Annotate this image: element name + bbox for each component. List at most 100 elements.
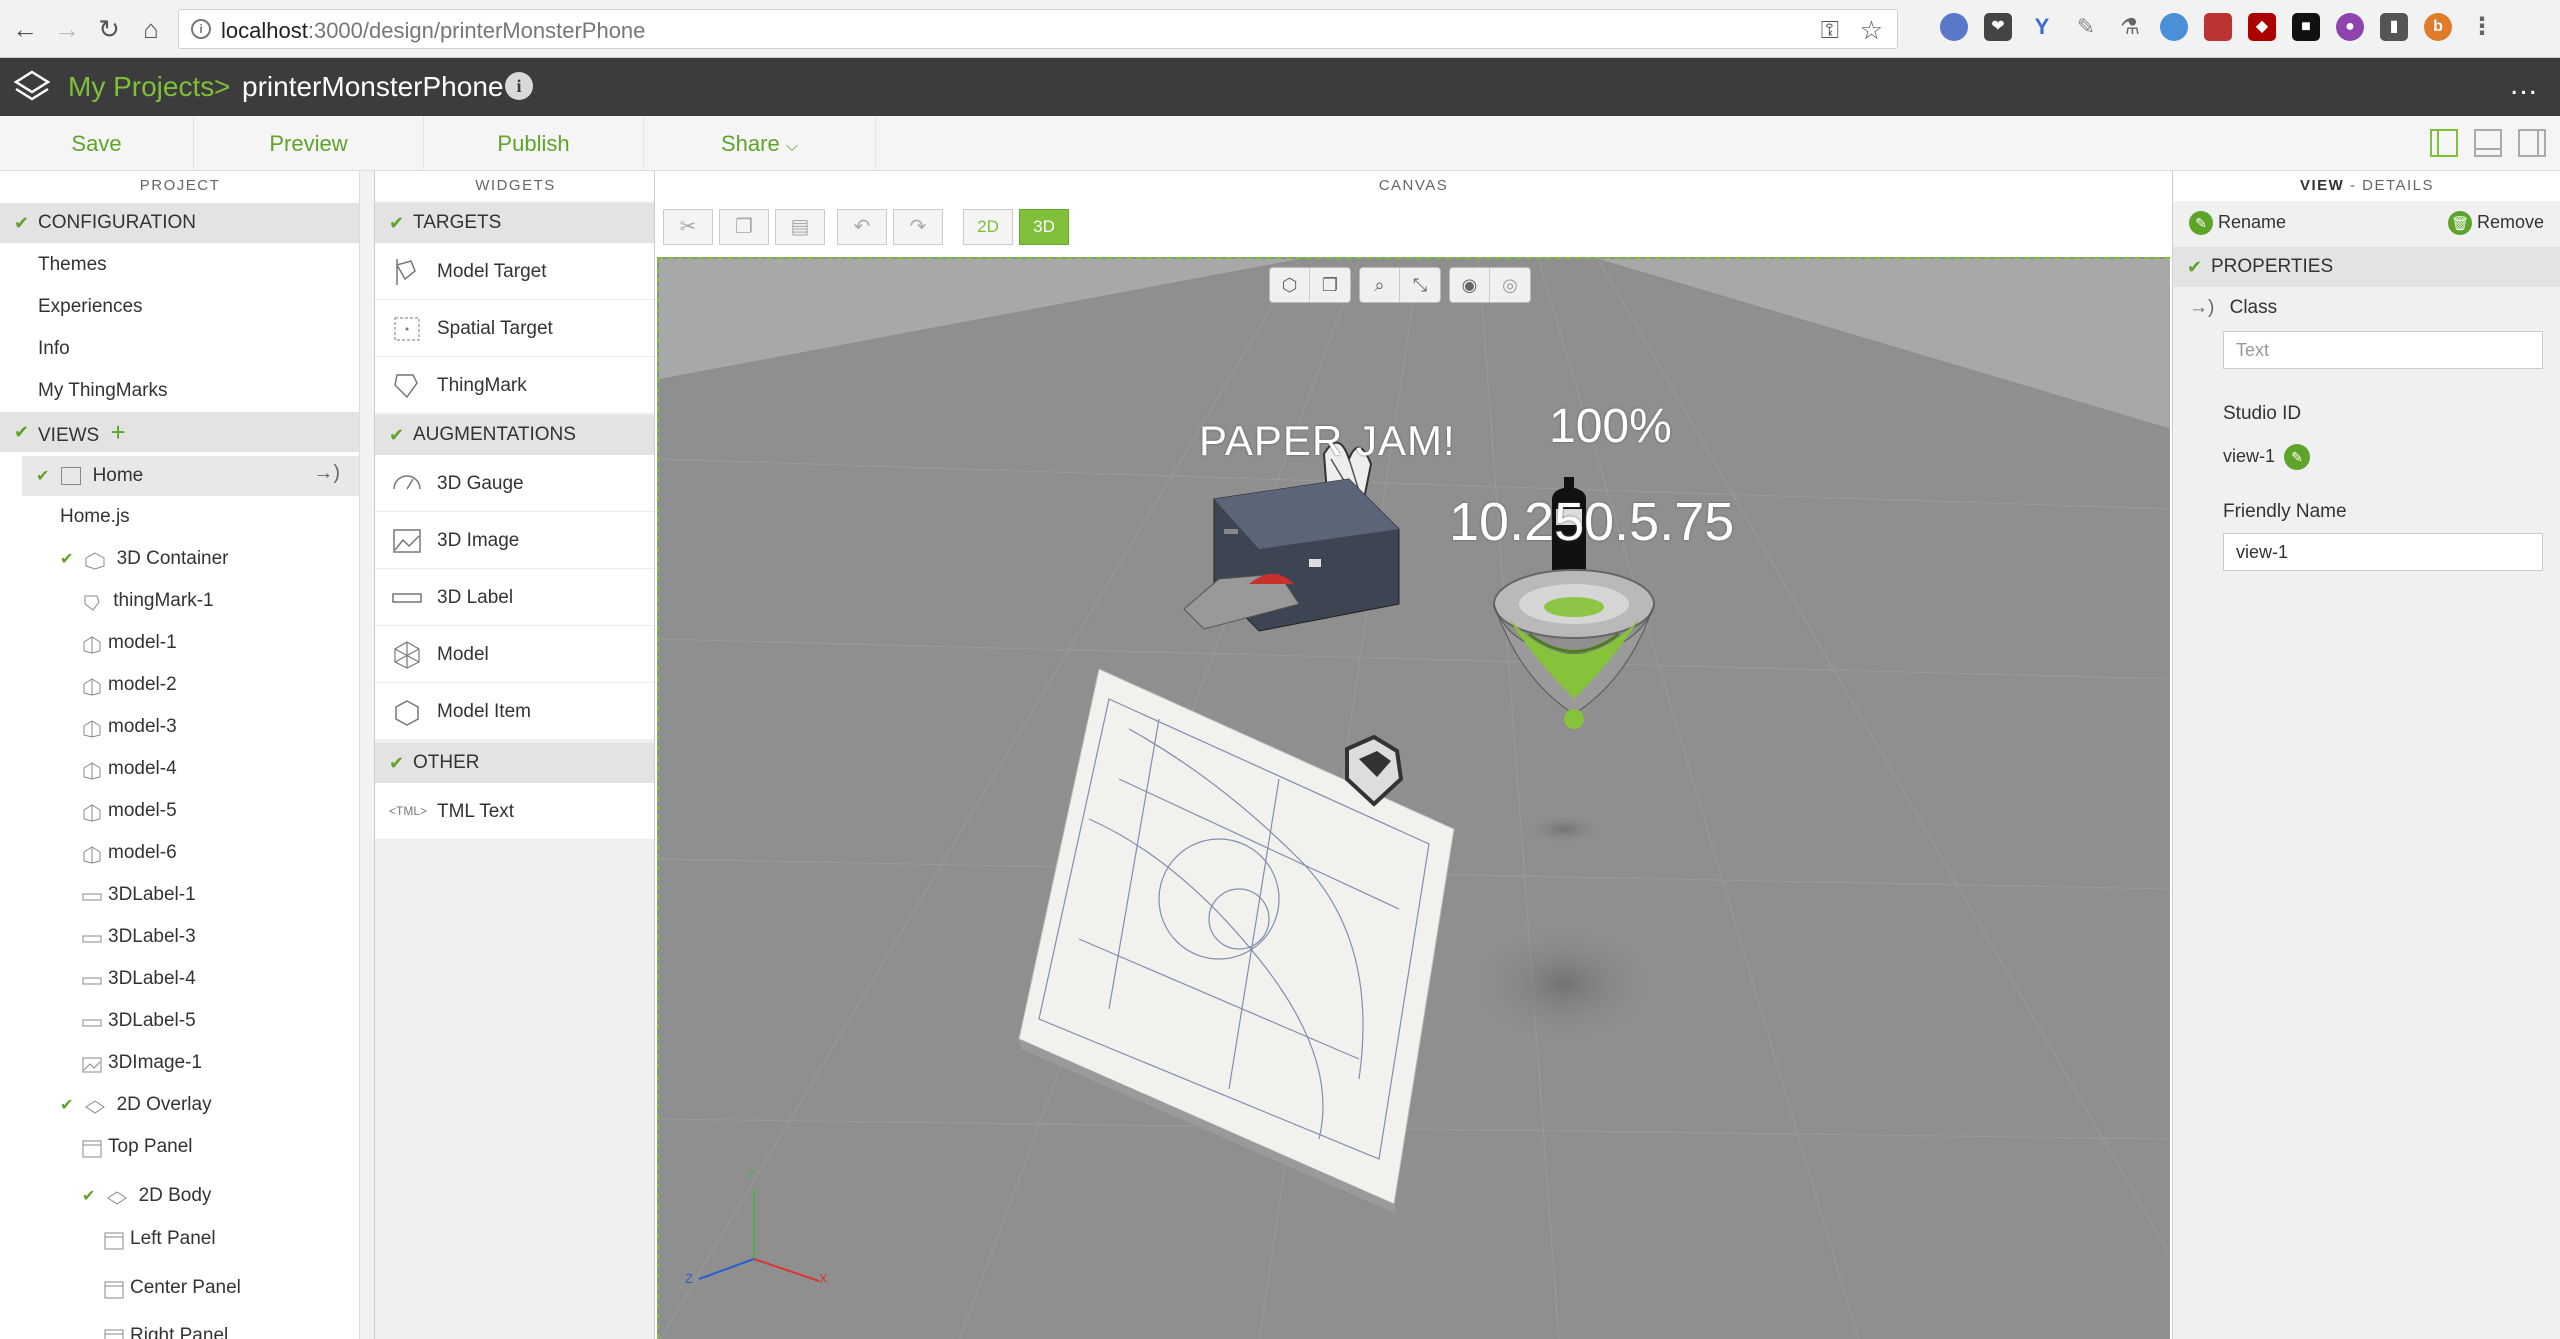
widget-tml-text[interactable]: <TML> TML Text (375, 783, 654, 840)
properties-section-header[interactable]: ✔ PROPERTIES (2173, 247, 2560, 287)
share-button[interactable]: Share ⌵ (644, 116, 876, 171)
orange-extension-icon[interactable]: b (2424, 13, 2452, 41)
bottom-panel-toggle-icon[interactable] (2474, 129, 2502, 157)
tree-item-model[interactable]: model-1 (82, 628, 177, 658)
tree-item-3dlabel[interactable]: 3DLabel-1 (82, 880, 196, 910)
view-row-home[interactable]: ✔ Home →) (22, 456, 359, 496)
tree-item-model[interactable]: model-6 (82, 838, 177, 868)
widget-model-target[interactable]: Model Target (375, 243, 654, 300)
layers-logo-icon[interactable] (12, 68, 52, 108)
other-section-header[interactable]: ✔ OTHER (375, 743, 654, 783)
rename-button[interactable]: ✎ Rename (2189, 211, 2286, 235)
viewport-toolbar: ⬡ ❐ ⌕ ⤡ ◉ ◎ (1269, 267, 1531, 303)
y-extension-icon[interactable]: Y (2028, 13, 2056, 41)
zoom-fit-icon[interactable]: ⌕ (1360, 268, 1400, 302)
widget-label: Spatial Target (437, 318, 553, 339)
tree-item-right-panel[interactable]: Right Panel (104, 1321, 228, 1339)
tree-item-3dimage[interactable]: 3DImage-1 (82, 1048, 202, 1078)
hide-icon[interactable]: ◉ (1450, 268, 1490, 302)
navigate-arrow-icon[interactable]: →) (313, 462, 340, 485)
widget-3d-label[interactable]: 3D Label (375, 569, 654, 626)
tree-item-2d-body[interactable]: ✔ 2D Body (82, 1181, 211, 1211)
right-panel-toggle-icon[interactable] (2518, 129, 2546, 157)
pen-icon[interactable]: ✎ (2072, 13, 2100, 41)
tree-item-3d-container[interactable]: ✔ 3D Container (60, 544, 229, 574)
bind-arrow-icon[interactable]: →) (2189, 297, 2214, 318)
widget-spatial-target[interactable]: Spatial Target (375, 300, 654, 357)
reload-icon[interactable]: ↻ (94, 14, 124, 44)
preview-button[interactable]: Preview (194, 116, 424, 171)
widget-3d-gauge[interactable]: 3D Gauge (375, 455, 654, 512)
tree-item-model[interactable]: model-4 (82, 754, 177, 784)
menu-dots-icon[interactable]: ⋮ (2468, 13, 2496, 41)
widget-3d-image[interactable]: 3D Image (375, 512, 654, 569)
gray-extension-icon[interactable]: ▮ (2380, 13, 2408, 41)
my-projects-link[interactable]: My Projects (68, 71, 214, 103)
tree-item-3dlabel[interactable]: 3DLabel-5 (82, 1006, 196, 1036)
translate-icon[interactable] (2160, 13, 2188, 41)
redo-icon[interactable]: ↷ (893, 209, 943, 245)
tree-item-top-panel[interactable]: Top Panel (82, 1132, 193, 1162)
3d-viewport[interactable]: PAPER JAM! 100% 10.250.5.75 Y X Z ⬡ ❐ ⌕ … (657, 257, 2170, 1339)
tree-item-3dlabel[interactable]: 3DLabel-4 (82, 964, 196, 994)
purple-extension-icon[interactable]: ● (2336, 13, 2364, 41)
publish-button[interactable]: Publish (424, 116, 644, 171)
save-button[interactable]: Save (0, 116, 194, 171)
tree-item-thingmark[interactable]: thingMark-1 (82, 586, 214, 616)
add-view-icon[interactable]: + (111, 417, 126, 447)
edit-pencil-icon[interactable]: ✎ (2284, 444, 2311, 470)
label-ip-address[interactable]: 10.250.5.75 (1449, 491, 1734, 553)
mode-3d-button[interactable]: 3D (1019, 209, 1069, 245)
tree-item-center-panel[interactable]: Center Panel (104, 1273, 241, 1303)
mode-2d-button[interactable]: 2D (963, 209, 1013, 245)
address-bar[interactable]: i localhost:3000/design/printerMonsterPh… (178, 9, 1898, 49)
forward-arrow-icon[interactable]: → (52, 14, 82, 44)
key-icon[interactable]: ⚿ (1821, 17, 1839, 45)
augmentations-section-header[interactable]: ✔ AUGMENTATIONS (375, 415, 654, 455)
panel-splitter[interactable] (360, 171, 374, 1339)
ublock-icon[interactable]: ◆ (2248, 13, 2276, 41)
bookmark-star-icon[interactable]: ☆ (1860, 15, 1883, 46)
tree-item-left-panel[interactable]: Left Panel (104, 1224, 216, 1254)
tree-item-model[interactable]: model-5 (82, 796, 177, 826)
config-item-experiences[interactable]: Experiences (38, 292, 143, 322)
widget-model[interactable]: Model (375, 626, 654, 683)
copy-icon[interactable]: ❐ (719, 209, 769, 245)
copy-view-icon[interactable]: ❐ (1310, 268, 1350, 302)
paste-icon[interactable]: ▤ (775, 209, 825, 245)
label-paper-jam[interactable]: PAPER JAM! (1199, 417, 1456, 465)
left-panel-toggle-icon[interactable] (2430, 129, 2458, 157)
book-icon[interactable] (2204, 13, 2232, 41)
remove-button[interactable]: 🗑 Remove (2447, 211, 2544, 235)
more-options-icon[interactable]: ... (2510, 68, 2538, 102)
pocket-icon[interactable]: ❤ (1984, 13, 2012, 41)
label-percent[interactable]: 100% (1549, 399, 1672, 454)
tree-item-model[interactable]: model-3 (82, 712, 177, 742)
views-section-header[interactable]: ✔ VIEWS + (0, 412, 359, 452)
cube-view-icon[interactable]: ⬡ (1270, 268, 1310, 302)
home-icon[interactable]: ⌂ (136, 14, 166, 44)
config-item-themes[interactable]: Themes (38, 250, 107, 280)
zoom-selection-icon[interactable]: ⤡ (1400, 268, 1440, 302)
lock-extension-icon[interactable]: ■ (2292, 13, 2320, 41)
widget-thingmark[interactable]: ThingMark (375, 357, 654, 414)
config-item-info[interactable]: Info (38, 334, 70, 364)
tree-item-3dlabel[interactable]: 3DLabel-3 (82, 922, 196, 952)
extension-globe-icon[interactable] (1940, 13, 1968, 41)
configuration-section-header[interactable]: ✔ CONFIGURATION (0, 203, 359, 243)
project-info-icon[interactable]: i (505, 72, 533, 100)
widget-model-item[interactable]: Model Item (375, 683, 654, 740)
info-circle-icon[interactable]: i (191, 19, 211, 39)
friendly-name-input[interactable]: view-1 (2223, 533, 2543, 571)
back-arrow-icon[interactable]: ← (10, 14, 40, 44)
tree-item-model[interactable]: model-2 (82, 670, 177, 700)
tree-item-homejs[interactable]: Home.js (60, 502, 130, 532)
cut-icon[interactable]: ✂ (663, 209, 713, 245)
class-input[interactable]: Text (2223, 331, 2543, 369)
targets-section-header[interactable]: ✔ TARGETS (375, 203, 654, 243)
undo-icon[interactable]: ↶ (837, 209, 887, 245)
eye-icon[interactable]: ◎ (1490, 268, 1530, 302)
config-item-thingmarks[interactable]: My ThingMarks (38, 376, 168, 406)
tree-item-2d-overlay[interactable]: ✔ 2D Overlay (60, 1090, 212, 1120)
dropper-icon[interactable]: ⚗ (2116, 13, 2144, 41)
